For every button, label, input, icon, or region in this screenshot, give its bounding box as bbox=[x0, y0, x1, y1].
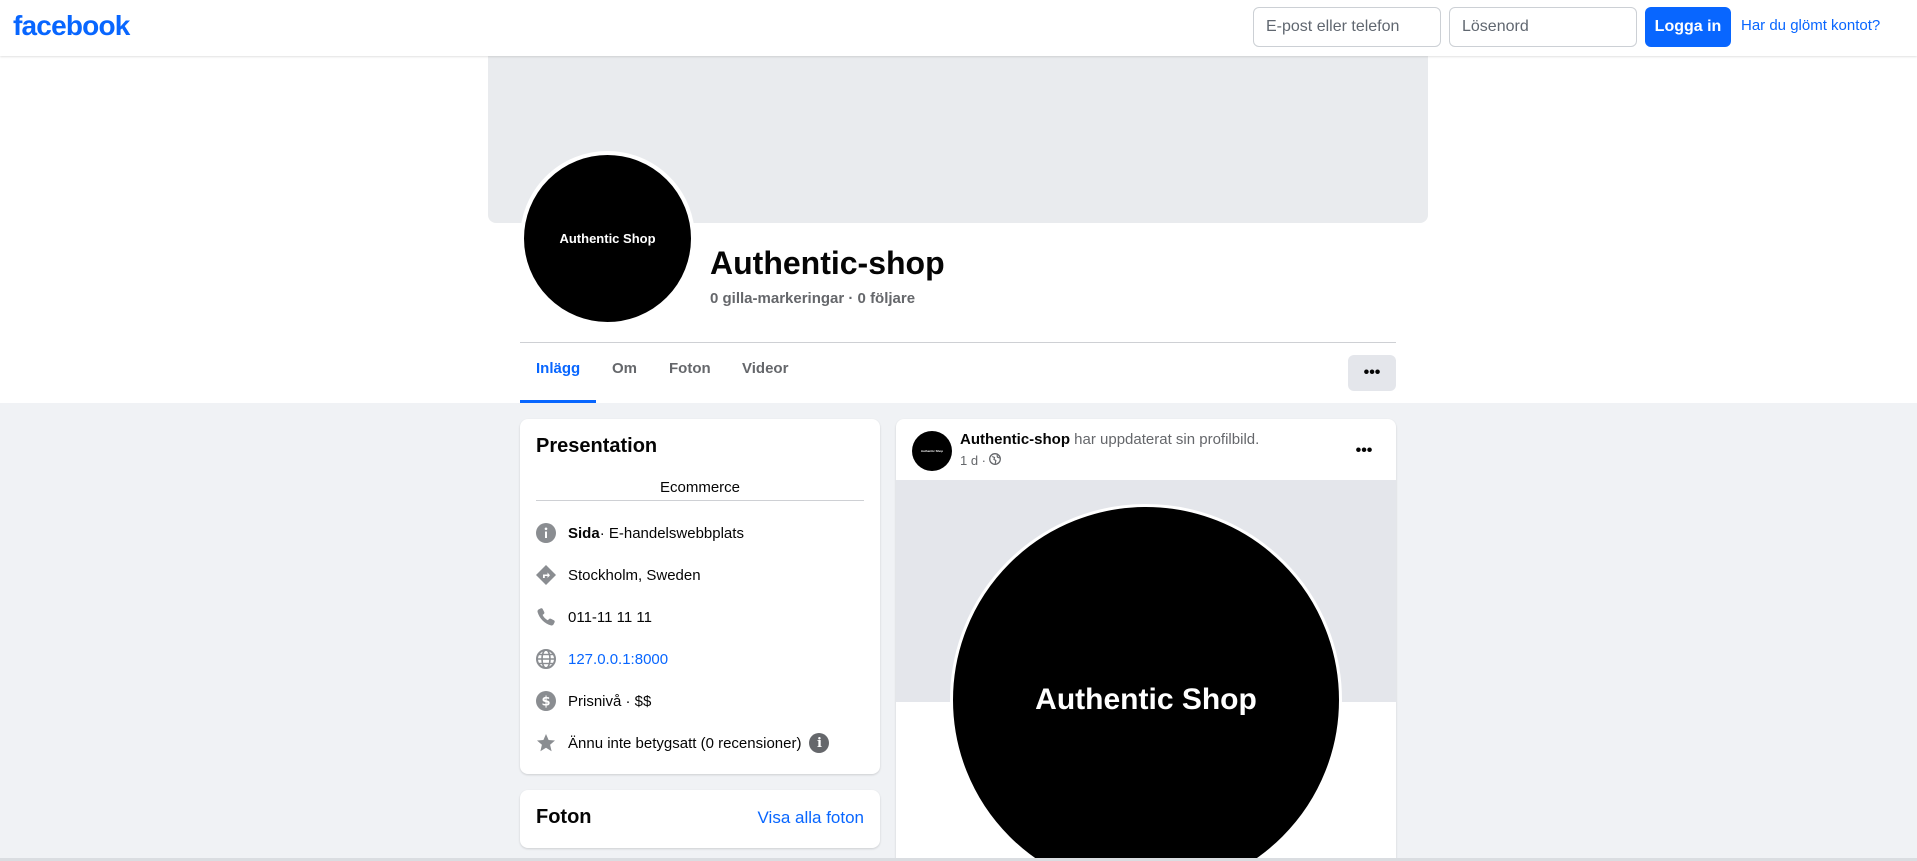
facebook-logo[interactable]: facebook bbox=[13, 10, 130, 42]
tab-videos[interactable]: Videor bbox=[742, 360, 788, 377]
rating-text: Ännu inte betygsatt (0 recensioner) bbox=[568, 734, 802, 752]
info-phone: 011-11 11 11 bbox=[536, 605, 652, 629]
intro-bio: Ecommerce bbox=[659, 479, 741, 496]
post-author-link[interactable]: Authentic-shop bbox=[960, 431, 1070, 448]
post-options-button[interactable]: ••• bbox=[1348, 439, 1380, 463]
info-rating: Ännu inte betygsatt (0 recensioner) i bbox=[536, 731, 830, 755]
rating-info-icon[interactable]: i bbox=[809, 733, 830, 753]
phone-icon bbox=[536, 607, 556, 627]
info-price: $ Prisnivå · $$ bbox=[536, 689, 651, 713]
website-link[interactable]: 127.0.0.1:8000 bbox=[568, 651, 668, 668]
photos-card: Foton Visa alla foton bbox=[520, 790, 880, 848]
globe-privacy-icon bbox=[989, 453, 1001, 468]
price-text: Prisnivå · $$ bbox=[568, 692, 652, 710]
info-website: 127.0.0.1:8000 bbox=[536, 647, 668, 671]
info-location: Stockholm, Sweden bbox=[536, 563, 701, 587]
dollar-icon: $ bbox=[536, 691, 556, 711]
tab-about[interactable]: Om bbox=[612, 360, 637, 377]
page-stats[interactable]: 0 gilla-markeringar · 0 följare bbox=[710, 290, 915, 307]
tab-posts[interactable]: Inlägg bbox=[536, 360, 580, 377]
login-button[interactable]: Logga in bbox=[1645, 7, 1731, 47]
photos-title: Foton bbox=[536, 806, 592, 828]
location-text: Stockholm, Sweden bbox=[568, 566, 701, 584]
globe-icon bbox=[536, 649, 556, 669]
forgot-account-link[interactable]: Har du glömt kontot? bbox=[1741, 17, 1880, 34]
intro-title: Presentation bbox=[536, 435, 658, 457]
post-header: Authentic-shop har uppdaterat sin profil… bbox=[960, 431, 1259, 448]
password-input[interactable] bbox=[1449, 7, 1637, 47]
active-tab-indicator bbox=[520, 400, 596, 403]
directions-icon bbox=[536, 565, 556, 585]
page-type-label: Sida bbox=[568, 524, 600, 542]
email-input[interactable] bbox=[1253, 7, 1441, 47]
post-avatar-text: Authentic Shop bbox=[920, 449, 944, 453]
svg-text:$: $ bbox=[541, 695, 550, 710]
post-action-text: har uppdaterat sin profilbild. bbox=[1070, 431, 1260, 448]
info-icon bbox=[536, 523, 556, 543]
more-options-button[interactable]: ••• bbox=[1348, 355, 1396, 391]
profile-avatar-text: Authentic Shop bbox=[559, 231, 656, 246]
see-all-photos-link[interactable]: Visa alla foton bbox=[758, 808, 864, 828]
intro-divider bbox=[536, 500, 864, 501]
tab-photos[interactable]: Foton bbox=[669, 360, 711, 377]
info-page-type: Sida · E-handelswebbplats bbox=[536, 521, 744, 545]
post-time-text[interactable]: 1 d · bbox=[960, 453, 986, 468]
top-navigation-bar: facebook Logga in Har du glömt kontot? bbox=[0, 0, 1917, 56]
post-image-text: Authentic Shop bbox=[1035, 683, 1257, 716]
intro-card: Presentation Ecommerce Sida · E-handelsw… bbox=[520, 419, 880, 774]
profile-avatar[interactable]: Authentic Shop bbox=[520, 151, 695, 326]
post-avatar[interactable]: Authentic Shop bbox=[912, 431, 952, 471]
header-divider bbox=[520, 342, 1396, 343]
page-title: Authentic-shop bbox=[710, 245, 945, 281]
phone-text[interactable]: 011-11 11 11 bbox=[568, 609, 652, 626]
post-card: Authentic Shop Authentic-shop har uppdat… bbox=[896, 419, 1396, 861]
page-type-category: · E-handelswebbplats bbox=[599, 524, 744, 542]
post-timestamp: 1 d · bbox=[960, 453, 1001, 468]
star-icon bbox=[536, 733, 556, 753]
